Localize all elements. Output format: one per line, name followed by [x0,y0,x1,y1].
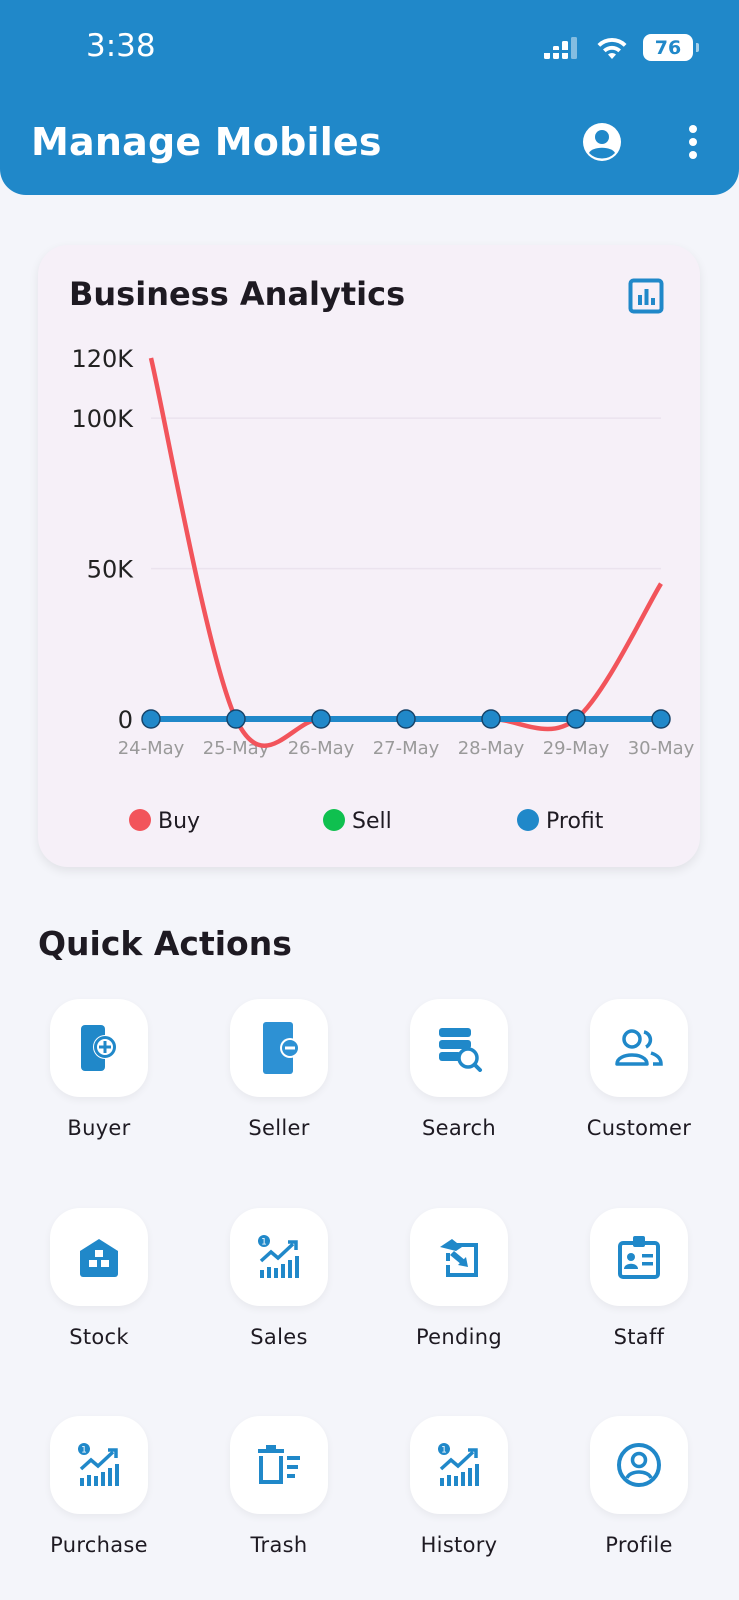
analytics-card: 120K 100K 50K 0 24-May 25-May 26-May 27-May 28-M… [38,245,700,867]
action-customer[interactable]: Customer [564,999,714,1159]
action-staff[interactable]: Staff [564,1208,714,1368]
action-tile[interactable]: 1 [230,1208,328,1306]
trending-up-chart-icon: 1 [438,1443,479,1486]
people-icon [615,1029,663,1066]
action-purchase[interactable]: 1 Purchase [24,1416,174,1576]
action-seller[interactable]: Seller [204,999,354,1159]
y-tick-label: 50K [87,556,135,584]
battery-indicator: 76 [643,34,699,61]
x-tick-label: 24-May [118,738,185,759]
status-time: 3:38 [86,28,156,64]
account-circle-icon [583,123,621,161]
action-label: Sales [250,1325,308,1349]
account-circle-icon [617,1443,661,1487]
warehouse-icon [80,1239,118,1277]
legend-swatch-profit [517,809,539,831]
action-label: History [420,1533,498,1557]
pending-box-icon [440,1239,478,1277]
x-tick-label: 26-May [288,738,355,759]
action-profile[interactable]: Profile [564,1416,714,1576]
series-line-buy [148,357,663,748]
chart-toggle-button[interactable] [628,278,664,314]
action-label: Pending [415,1325,503,1349]
action-tile[interactable]: 1 [50,1416,148,1514]
action-label: Purchase [50,1533,148,1557]
analytics-title: Business Analytics [69,275,406,313]
action-search[interactable]: Search [384,999,534,1159]
profit-point [141,709,161,729]
app-bar: 3:38 76 Manage Mobiles [0,0,739,195]
action-label: Stock [69,1325,129,1349]
action-buyer[interactable]: Buyer [24,999,174,1159]
profit-point [396,709,416,729]
bar-chart-icon [628,278,664,314]
id-badge-icon [618,1236,660,1279]
account-button[interactable] [582,122,622,162]
profit-point [651,709,671,729]
action-tile[interactable] [590,1208,688,1306]
phone-add-icon [81,1025,117,1071]
svg-text:1: 1 [81,1446,87,1456]
action-tile[interactable] [230,999,328,1097]
status-icons: 76 [543,34,699,61]
legend-swatch-buy [129,809,151,831]
more-options-button[interactable] [680,124,706,160]
action-tile[interactable] [50,999,148,1097]
profit-point [226,709,246,729]
quick-actions-title: Quick Actions [38,924,292,963]
y-tick-label: 120K [71,345,134,373]
legend-swatch-sell [323,809,345,831]
legend-label: Profit [546,809,604,834]
y-tick-label: 0 [118,706,133,734]
profit-point [566,709,586,729]
trending-up-chart-icon: 1 [78,1443,119,1486]
action-label: Customer [586,1116,692,1140]
x-tick-label: 29-May [543,738,610,759]
analytics-chart: 120K 100K 50K 0 24-May 25-May 26-May 27-May 28-M… [71,345,695,834]
trending-up-chart-icon: 1 [258,1235,299,1278]
more-vert-icon [689,125,697,159]
profit-point [311,709,331,729]
x-tick-label: 28-May [458,738,525,759]
profit-point [481,709,501,729]
action-trash[interactable]: Trash [204,1416,354,1576]
action-history[interactable]: 1 History [384,1416,534,1576]
svg-text:1: 1 [261,1238,267,1248]
action-stock[interactable]: Stock [24,1208,174,1368]
action-label: Search [422,1116,496,1140]
wifi-icon [597,37,627,59]
action-tile[interactable] [410,1208,508,1306]
action-sales[interactable]: 1 Sales [204,1208,354,1368]
action-label: Seller [248,1116,310,1140]
legend-label: Sell [352,809,392,834]
page-title: Manage Mobiles [31,120,382,164]
cellular-signal-icon [544,36,577,59]
y-tick-label: 100K [71,405,134,433]
action-label: Buyer [67,1116,131,1140]
action-tile[interactable] [50,1208,148,1306]
action-tile[interactable] [590,1416,688,1514]
phone-remove-icon [263,1022,300,1074]
action-tile[interactable]: 1 [410,1416,508,1514]
action-label: Staff [613,1325,665,1349]
action-pending[interactable]: Pending [384,1208,534,1368]
x-tick-label: 30-May [628,738,695,759]
x-tick-label: 25-May [203,738,270,759]
action-tile[interactable] [410,999,508,1097]
action-label: Trash [250,1533,308,1557]
action-tile[interactable] [590,999,688,1097]
action-tile[interactable] [230,1416,328,1514]
x-tick-label: 27-May [373,738,440,759]
svg-text:1: 1 [441,1446,447,1456]
legend-label: Buy [158,809,200,834]
database-search-icon [439,1028,482,1072]
trash-list-icon [258,1445,300,1484]
action-label: Profile [605,1533,673,1557]
